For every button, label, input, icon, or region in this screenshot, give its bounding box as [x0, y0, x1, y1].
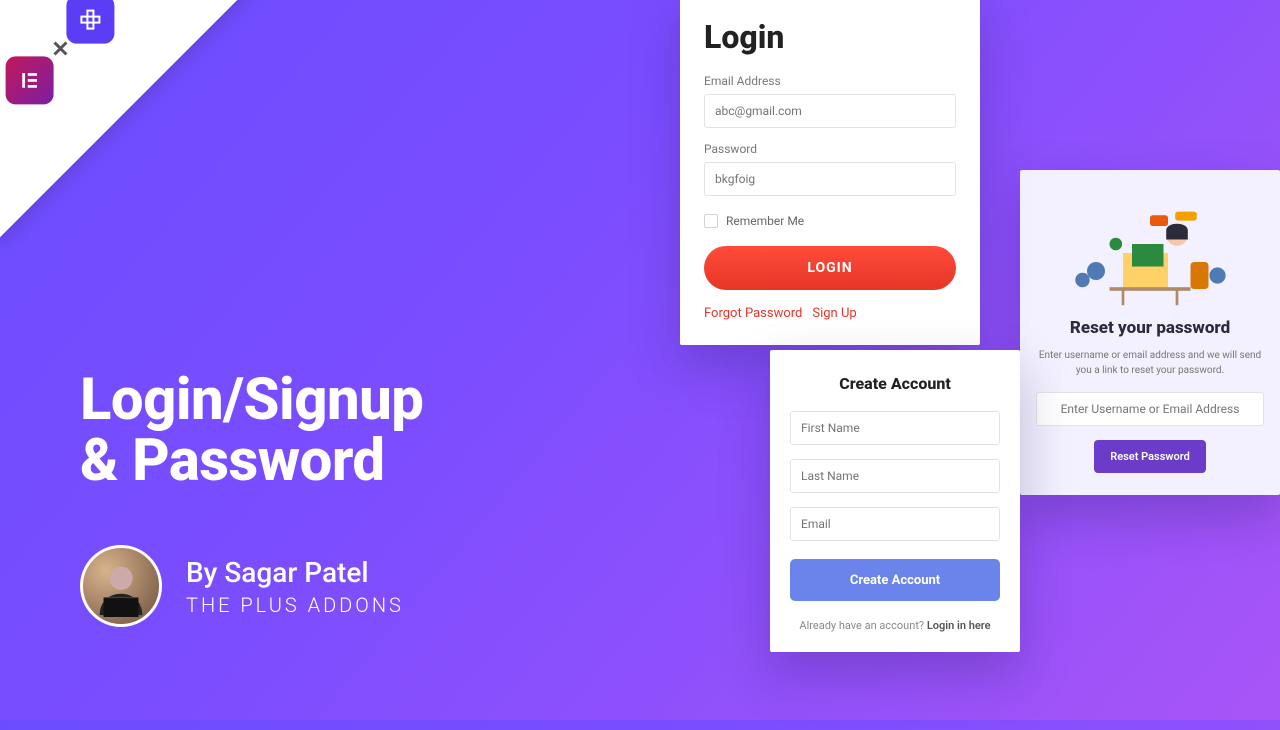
headline-line-1: Login/Signup — [80, 366, 423, 434]
login-here-link[interactable]: Login in here — [927, 619, 991, 632]
cross-icon: ✕ — [51, 37, 69, 62]
reset-title: Reset your password — [1036, 318, 1264, 338]
brand-ribbon: ✕ — [0, 0, 251, 241]
create-title: Create Account — [790, 374, 1000, 393]
password-label: Password — [704, 142, 956, 156]
headline-line-2: & Password — [80, 427, 385, 495]
password-input[interactable] — [704, 162, 956, 196]
reset-illustration — [1036, 188, 1264, 308]
reset-description: Enter username or email address and we w… — [1036, 348, 1264, 378]
already-account-text: Already have an account? Login in here — [790, 619, 1000, 632]
remember-label: Remember Me — [726, 214, 804, 228]
reset-password-button[interactable]: Reset Password — [1094, 440, 1206, 473]
login-title: Login — [704, 18, 956, 56]
signup-link[interactable]: Sign Up — [812, 306, 856, 321]
author-name: By Sagar Patel — [186, 556, 404, 589]
reset-email-input[interactable] — [1036, 392, 1264, 426]
plus-addon-icon — [67, 0, 115, 43]
last-name-input[interactable] — [790, 459, 1000, 493]
headline: Login/Signup & Password — [80, 370, 423, 492]
author-avatar — [80, 545, 162, 627]
create-account-card: Create Account Create Account Already ha… — [770, 350, 1020, 652]
email-label: Email Address — [704, 74, 956, 88]
cards-area: Reset your password Enter username or em… — [680, 0, 1280, 730]
create-email-input[interactable] — [790, 507, 1000, 541]
forgot-password-link[interactable]: Forgot Password — [704, 306, 802, 321]
remember-checkbox[interactable] — [704, 214, 718, 228]
byline: By Sagar Patel THE PLUS ADDONS — [80, 545, 404, 627]
reset-password-card: Reset your password Enter username or em… — [1020, 170, 1280, 495]
login-button[interactable]: LOGIN — [704, 246, 956, 290]
remember-me-row[interactable]: Remember Me — [704, 214, 956, 228]
create-account-button[interactable]: Create Account — [790, 559, 1000, 601]
login-card: Login Email Address Password Remember Me… — [680, 0, 980, 345]
first-name-input[interactable] — [790, 411, 1000, 445]
email-input[interactable] — [704, 94, 956, 128]
elementor-icon — [5, 57, 53, 105]
brand-name: THE PLUS ADDONS — [186, 593, 404, 617]
